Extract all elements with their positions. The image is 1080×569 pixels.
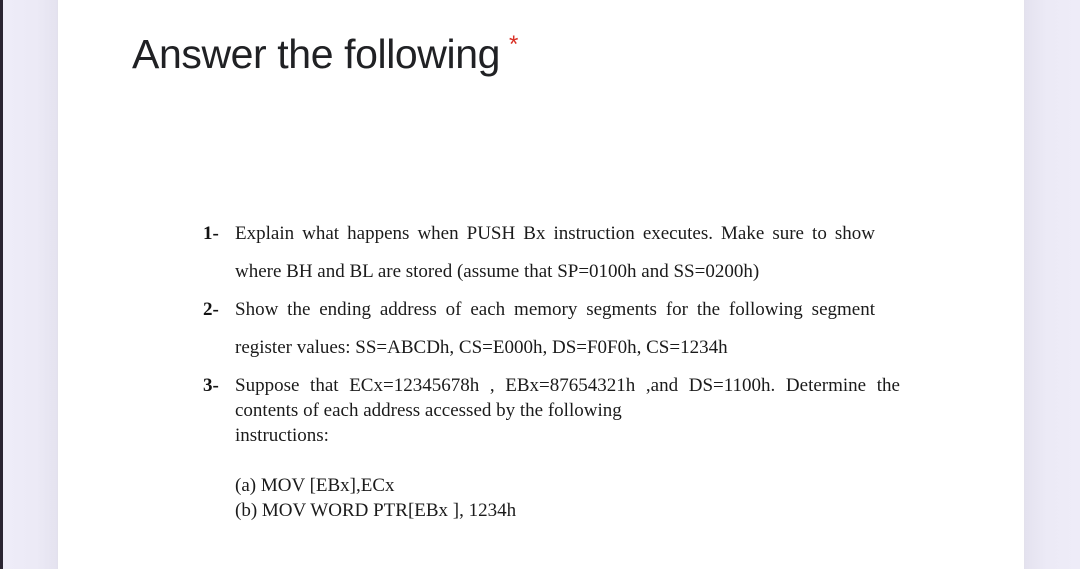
question-item-1: 1- Explain what happens when PUSH Bx ins… xyxy=(203,215,875,291)
question-item-3-lastline: instructions: xyxy=(235,425,329,446)
sub-answer-a: (a) MOV [EBx],ECx xyxy=(235,475,395,496)
page-background-left xyxy=(3,0,58,569)
question-item-3-main: Suppose that ECx=12345678h , EBx=8765432… xyxy=(235,375,900,421)
question-item-1-text: Explain what happens when PUSH Bx instru… xyxy=(235,223,875,282)
question-item-1-marker: 1- xyxy=(203,223,219,244)
form-viewport: Answer the following * 1- Explain what ha… xyxy=(0,0,1080,569)
question-item-3: 3- Suppose that ECx=12345678h , EBx=8765… xyxy=(203,373,900,448)
question-body: 1- Explain what happens when PUSH Bx ins… xyxy=(58,215,1026,523)
question-item-3-text: Suppose that ECx=12345678h , EBx=8765432… xyxy=(235,373,900,448)
sub-answer-b: (b) MOV WORD PTR[EBx ], 1234h xyxy=(235,500,517,521)
question-item-2-marker: 2- xyxy=(203,299,219,320)
page-background-right xyxy=(1025,0,1080,569)
form-card: Answer the following * 1- Explain what ha… xyxy=(57,0,1025,569)
question-item-3-marker: 3- xyxy=(203,375,219,396)
question-item-2-text: Show the ending address of each memory s… xyxy=(235,299,875,358)
sub-answer-list: (a) MOV [EBx],ECx (b) MOV WORD PTR[EBx ]… xyxy=(235,473,1026,523)
page-title: Answer the following * xyxy=(132,18,518,81)
question-title-text: Answer the following xyxy=(132,31,501,77)
required-asterisk: * xyxy=(509,31,519,58)
question-item-2: 2- Show the ending address of each memor… xyxy=(203,291,875,367)
